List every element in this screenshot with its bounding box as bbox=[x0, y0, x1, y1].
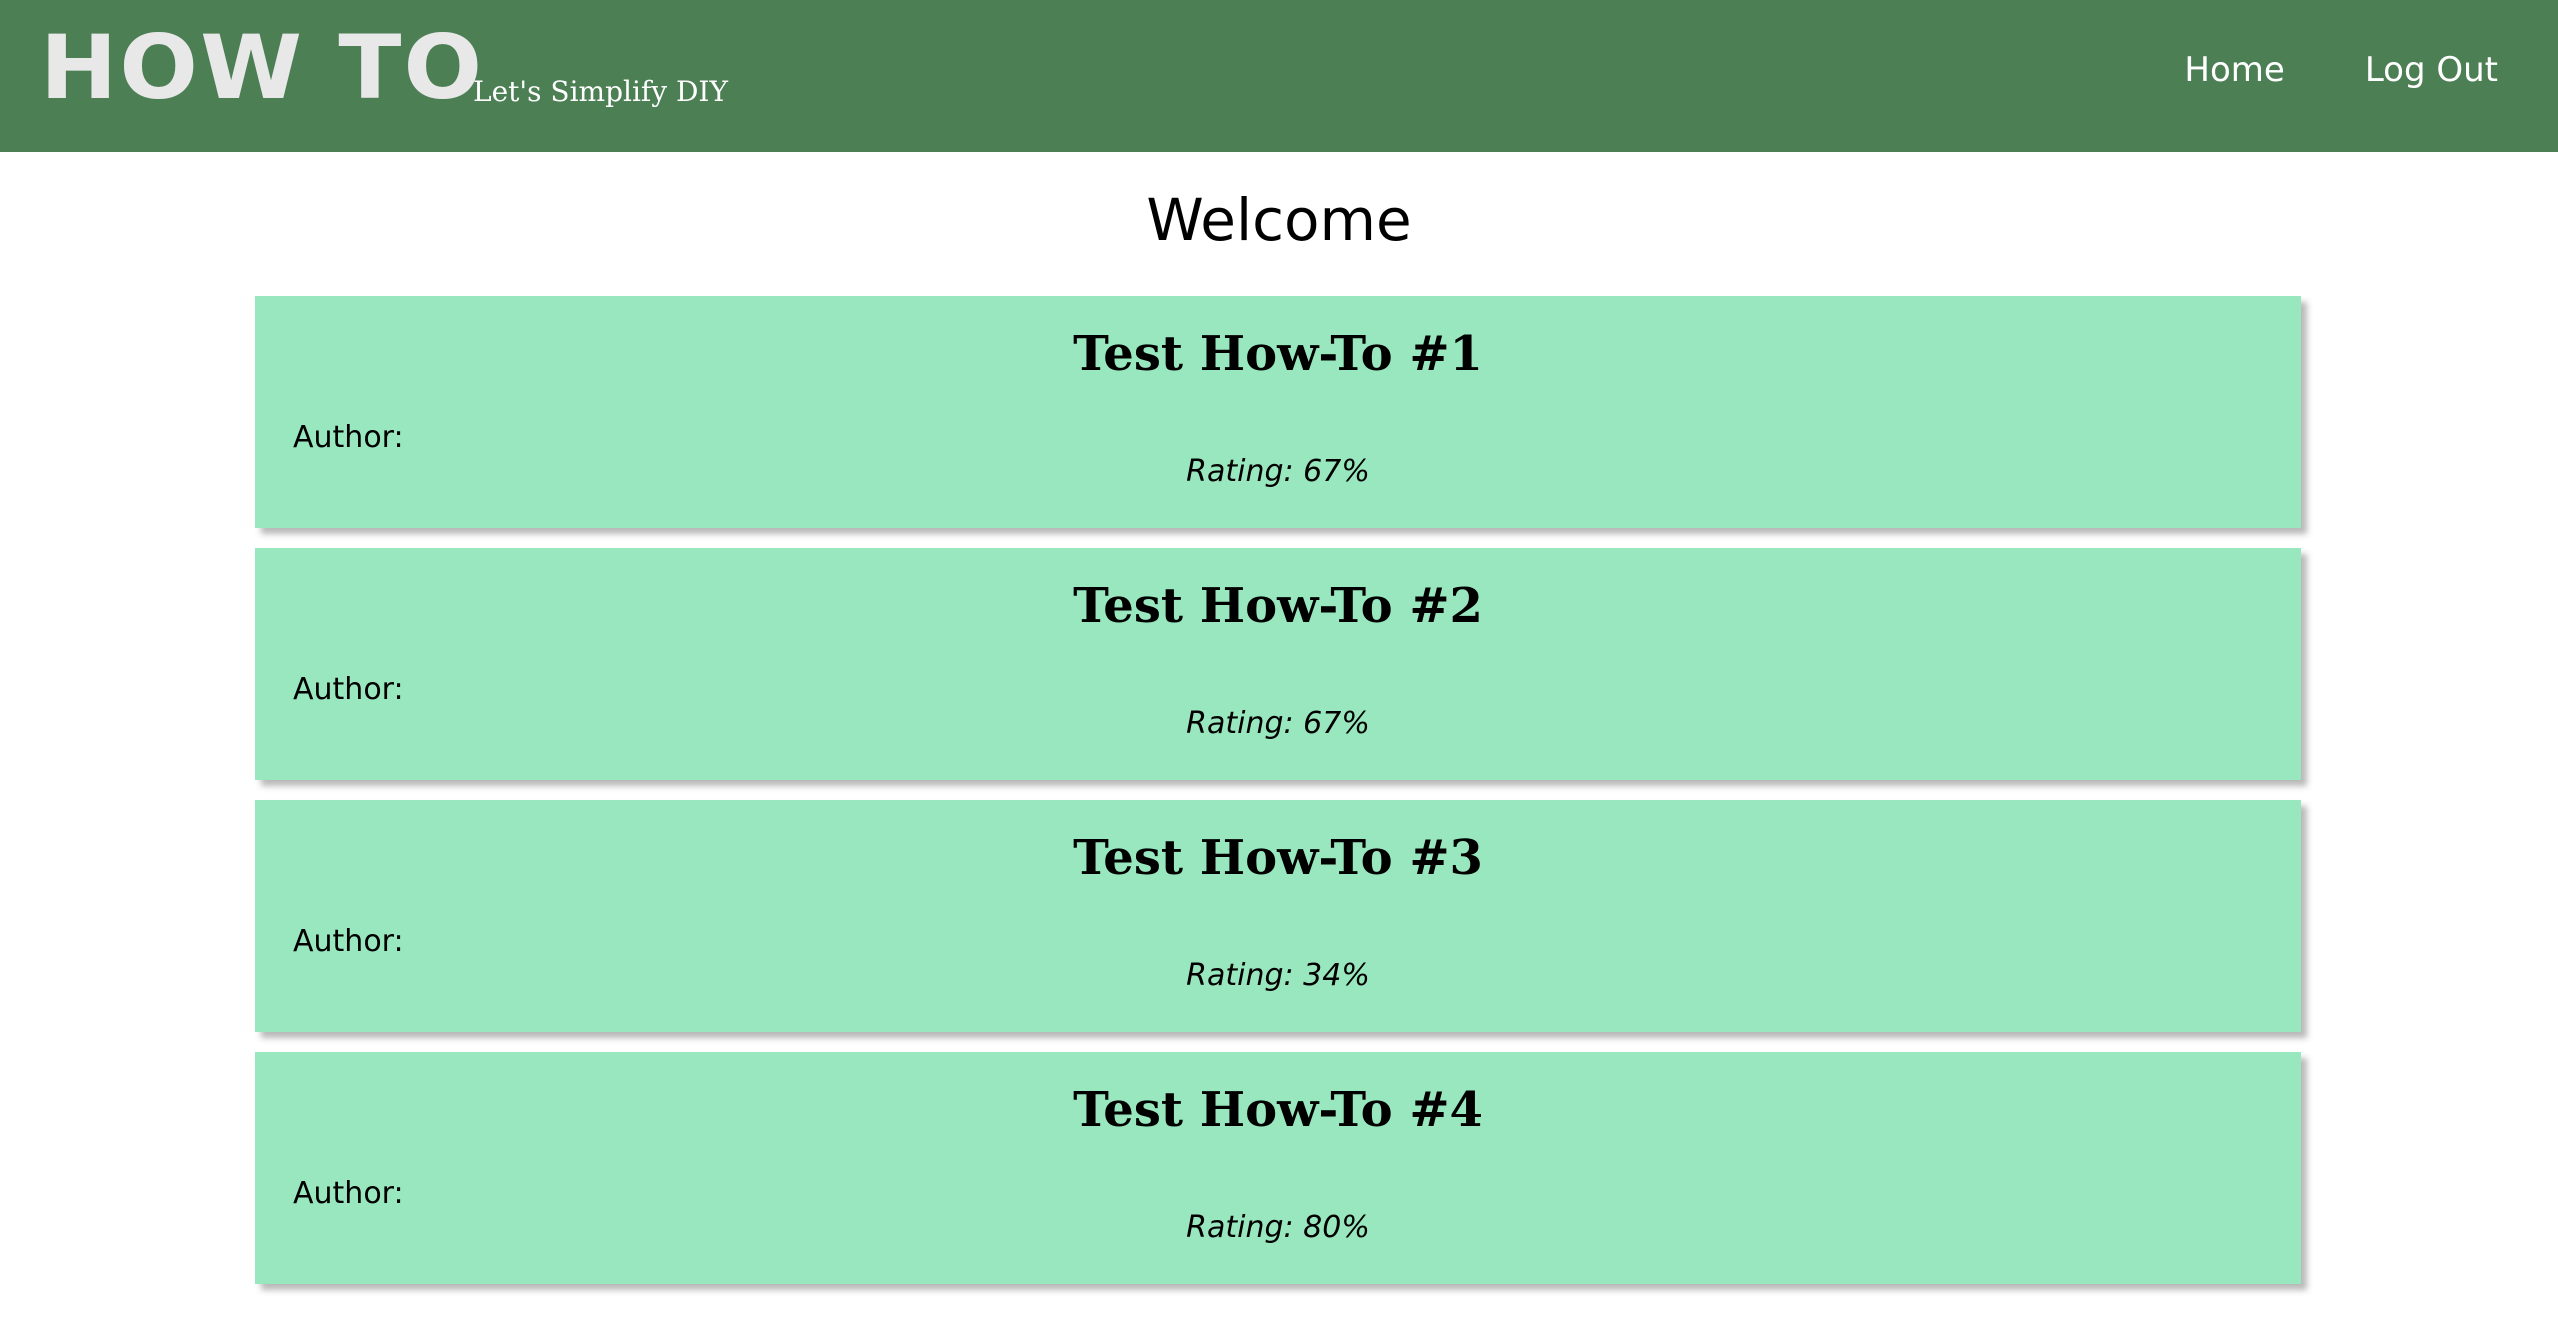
nav-menu: Home Log Out bbox=[2104, 50, 2498, 90]
howto-title[interactable]: Test How-To #4 bbox=[255, 1082, 2301, 1138]
howto-author: Author: bbox=[293, 924, 404, 959]
howto-author: Author: bbox=[293, 1176, 404, 1211]
howto-card[interactable]: Test How-To #3 Author: Rating: 34% bbox=[255, 800, 2301, 1032]
howto-card[interactable]: Test How-To #4 Author: Rating: 80% bbox=[255, 1052, 2301, 1284]
nav-logout-link[interactable]: Log Out bbox=[2365, 50, 2498, 90]
howto-title[interactable]: Test How-To #2 bbox=[255, 578, 2301, 634]
logo: HOW TO bbox=[40, 16, 485, 119]
tagline: Let's Simplify DIY bbox=[473, 75, 728, 108]
howto-rating: Rating: 34% bbox=[1186, 958, 1370, 993]
top-nav-bar: HOW TO Let's Simplify DIY Home Log Out bbox=[0, 0, 2558, 152]
howto-title[interactable]: Test How-To #1 bbox=[255, 326, 2301, 382]
howto-author: Author: bbox=[293, 672, 404, 707]
nav-home-link[interactable]: Home bbox=[2184, 50, 2284, 90]
howto-card[interactable]: Test How-To #1 Author: Rating: 67% bbox=[255, 296, 2301, 528]
howto-card[interactable]: Test How-To #2 Author: Rating: 67% bbox=[255, 548, 2301, 780]
howto-author: Author: bbox=[293, 420, 404, 455]
howto-rating: Rating: 67% bbox=[1186, 706, 1370, 741]
page-title: Welcome bbox=[1146, 186, 1412, 254]
brand[interactable]: HOW TO Let's Simplify DIY bbox=[40, 16, 728, 119]
howto-rating: Rating: 80% bbox=[1186, 1210, 1370, 1245]
howto-title[interactable]: Test How-To #3 bbox=[255, 830, 2301, 886]
howto-rating: Rating: 67% bbox=[1186, 454, 1370, 489]
howto-list: Test How-To #1 Author: Rating: 67% Test … bbox=[255, 296, 2301, 1304]
